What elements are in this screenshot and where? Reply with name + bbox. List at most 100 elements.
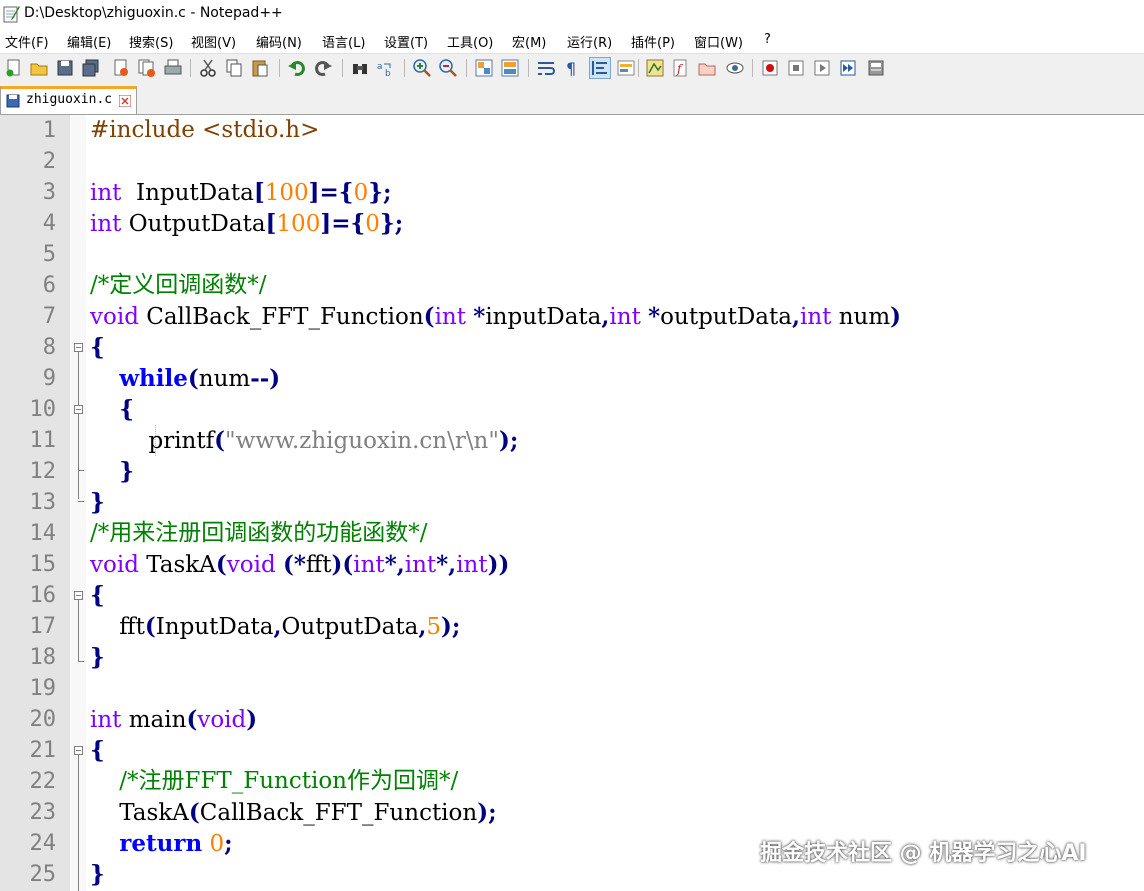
menu-edit[interactable]: 编辑(E)	[67, 32, 111, 51]
code-line: }	[90, 861, 105, 888]
fold-toggle[interactable]	[74, 343, 83, 352]
line-number: 1	[42, 118, 56, 143]
sync-horizontal-icon[interactable]	[500, 58, 520, 78]
code-line: #include <stdio.h>	[90, 117, 320, 143]
close-all-icon[interactable]	[137, 58, 157, 78]
fold-toggle[interactable]	[74, 405, 83, 414]
line-number: 20	[29, 707, 57, 732]
undo-icon[interactable]	[287, 58, 307, 78]
copy-icon[interactable]	[224, 58, 244, 78]
menu-plugins[interactable]: 插件(P)	[631, 32, 675, 51]
code-line: /*定义回调函数*/	[90, 272, 267, 298]
save-macro-icon[interactable]	[866, 58, 886, 78]
line-number: 10	[29, 397, 57, 422]
code-line: {	[90, 582, 105, 609]
menu-encoding[interactable]: 编码(N)	[256, 32, 302, 51]
tab-bar: zhiguoxin.c	[0, 82, 1144, 115]
line-number: 3	[42, 180, 56, 205]
redo-icon[interactable]	[313, 58, 333, 78]
menu-file[interactable]: 文件(F)	[5, 32, 49, 51]
line-number: 14	[29, 521, 57, 546]
indent-guide-icon[interactable]	[589, 57, 611, 79]
toolbar-separator	[752, 59, 753, 77]
fold-line	[78, 755, 79, 891]
udl-icon[interactable]	[616, 58, 636, 78]
cut-icon[interactable]	[198, 58, 218, 78]
line-number: 13	[29, 490, 57, 515]
code-line: void CallBack_FFT_Function(int *inputDat…	[90, 303, 902, 330]
toolbar-separator	[279, 59, 280, 77]
folder-workspace-icon[interactable]	[697, 58, 717, 78]
line-number: 15	[29, 552, 57, 577]
toolbar-separator	[342, 59, 343, 77]
record-macro-icon[interactable]	[760, 58, 780, 78]
code-line: while(num--)	[119, 365, 281, 392]
line-number: 8	[42, 335, 56, 360]
code-line: TaskA(CallBack_FFT_Function);	[90, 799, 497, 826]
tab-zhiguoxin[interactable]: zhiguoxin.c	[0, 86, 137, 114]
code-line: }	[90, 489, 105, 516]
toolbar-separator	[404, 59, 405, 77]
fold-end	[78, 501, 84, 502]
toolbar-separator	[466, 59, 467, 77]
sync-vertical-icon[interactable]	[474, 58, 494, 78]
doc-map-icon[interactable]	[645, 58, 665, 78]
find-icon[interactable]	[350, 58, 370, 78]
menu-window[interactable]: 窗口(W)	[694, 32, 743, 51]
menu-run[interactable]: 运行(R)	[567, 32, 612, 51]
function-list-icon[interactable]: f	[671, 58, 691, 78]
menu-help[interactable]: ?	[764, 32, 771, 47]
replace-icon[interactable]: ab	[376, 58, 396, 78]
menu-view[interactable]: 视图(V)	[191, 32, 236, 51]
code-line: /*注册FFT_Function作为回调*/	[119, 768, 459, 794]
line-number: 7	[42, 304, 56, 329]
paste-icon[interactable]	[250, 58, 270, 78]
line-number: 18	[29, 645, 57, 670]
run-macro-multiple-icon[interactable]	[838, 58, 858, 78]
toolbar: ab ¶ f	[0, 53, 1144, 83]
line-number-gutter: 1 2 3 4 5 6 7 8 9 10 11 12 13 14 15 16 1…	[0, 115, 70, 891]
play-macro-icon[interactable]	[812, 58, 832, 78]
new-file-icon[interactable]	[4, 58, 24, 78]
line-number: 9	[42, 366, 56, 391]
line-number: 4	[42, 211, 56, 236]
fold-toggle[interactable]	[74, 746, 83, 755]
save-all-icon[interactable]	[81, 58, 101, 78]
fold-end	[78, 661, 84, 662]
zoom-in-icon[interactable]	[412, 58, 432, 78]
code-line: }	[119, 458, 135, 485]
code-line: }	[90, 644, 105, 671]
menu-tools[interactable]: 工具(O)	[447, 32, 493, 51]
menu-bar: 文件(F) 编辑(E) 搜索(S) 视图(V) 编码(N) 语言(L) 设置(T…	[0, 29, 1144, 53]
line-number: 12	[29, 459, 57, 484]
close-icon[interactable]	[111, 58, 131, 78]
monitoring-icon[interactable]	[725, 58, 745, 78]
save-state-icon	[6, 94, 20, 108]
code-line: {	[90, 737, 105, 764]
code-line: printf("www.zhiguoxin.cn\r\n");	[90, 427, 519, 454]
menu-language[interactable]: 语言(L)	[322, 32, 365, 51]
fold-line	[78, 600, 79, 661]
line-number: 22	[29, 769, 57, 794]
code-editor[interactable]: 1 2 3 4 5 6 7 8 9 10 11 12 13 14 15 16 1…	[0, 115, 1144, 891]
fold-toggle[interactable]	[74, 591, 83, 600]
line-number: 24	[29, 831, 57, 856]
print-icon[interactable]	[163, 58, 183, 78]
close-tab-icon[interactable]	[119, 95, 131, 107]
line-number: 19	[29, 676, 57, 701]
word-wrap-icon[interactable]	[536, 58, 556, 78]
toolbar-separator	[190, 59, 191, 77]
code-line: int OutputData[100]={0};	[90, 210, 404, 237]
tab-label: zhiguoxin.c	[26, 92, 113, 107]
zoom-out-icon[interactable]	[438, 58, 458, 78]
svg-text:b: b	[385, 69, 391, 78]
open-file-icon[interactable]	[29, 58, 49, 78]
menu-macro[interactable]: 宏(M)	[512, 32, 546, 51]
menu-settings[interactable]: 设置(T)	[384, 32, 428, 51]
stop-record-icon[interactable]	[786, 58, 806, 78]
show-all-chars-icon[interactable]: ¶	[562, 58, 582, 78]
menu-search[interactable]: 搜索(S)	[129, 32, 173, 51]
svg-text:¶: ¶	[566, 59, 576, 78]
notepad-icon	[3, 6, 20, 23]
save-icon[interactable]	[55, 58, 75, 78]
